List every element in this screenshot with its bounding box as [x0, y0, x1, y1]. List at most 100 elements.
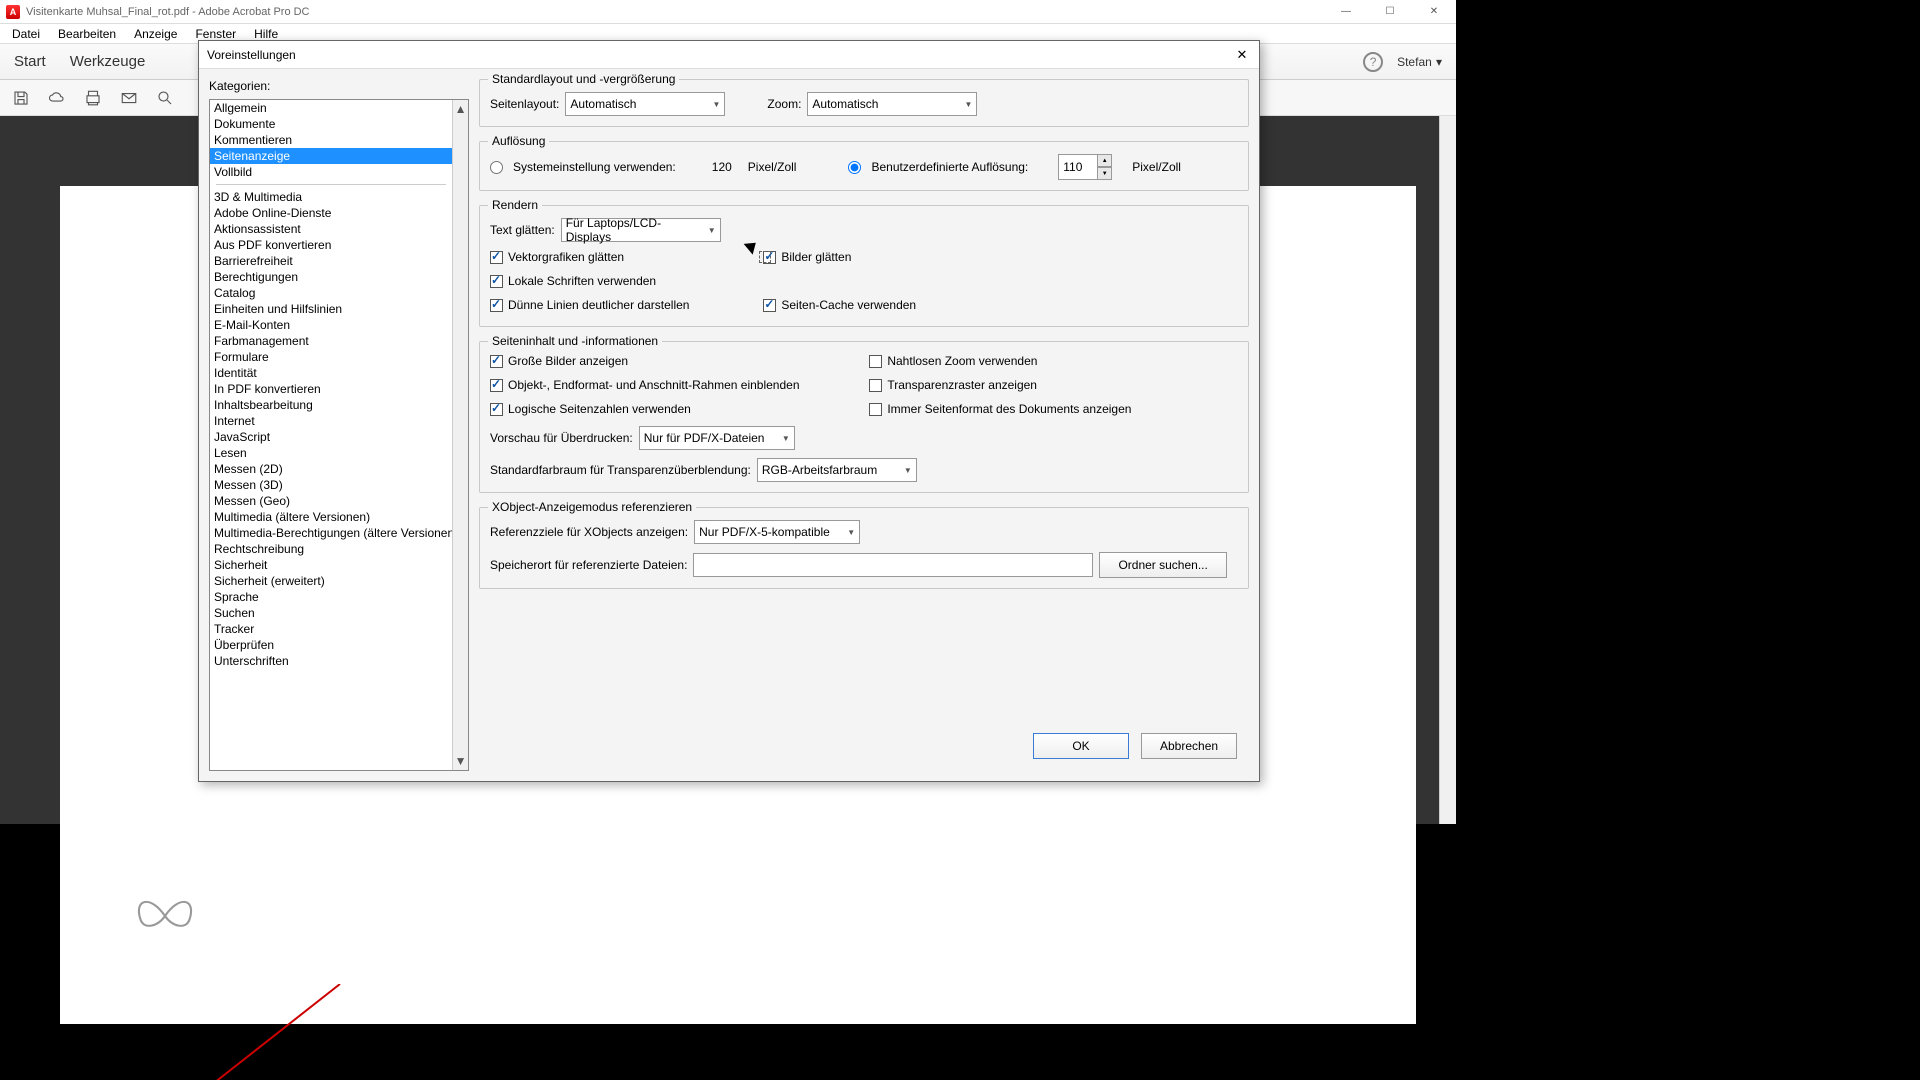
category-item[interactable]: 3D & Multimedia	[210, 189, 452, 205]
always-format-checkbox[interactable]	[869, 403, 882, 416]
preferences-dialog: Voreinstellungen ✕ Kategorien: Allgemein…	[198, 40, 1260, 782]
custom-resolution-spinner[interactable]: ▲▼	[1058, 154, 1112, 180]
category-item[interactable]: Rechtschreibung	[210, 541, 452, 557]
thin-lines-checkbox[interactable]	[490, 299, 503, 312]
category-item[interactable]: Inhaltsbearbeitung	[210, 397, 452, 413]
tab-tools[interactable]: Werkzeuge	[70, 53, 146, 70]
overprint-combo[interactable]: Nur für PDF/X-Dateien▼	[639, 426, 795, 450]
seamless-zoom-checkbox[interactable]	[869, 355, 882, 368]
category-item[interactable]: Aus PDF konvertieren	[210, 237, 452, 253]
search-icon[interactable]	[154, 87, 176, 109]
scroll-down-icon[interactable]: ▼	[1442, 810, 1454, 822]
category-item[interactable]: Catalog	[210, 285, 452, 301]
custom-resolution-radio[interactable]	[848, 161, 861, 174]
scroll-up-icon[interactable]: ▲	[453, 100, 469, 118]
close-button[interactable]: ✕	[1412, 1, 1456, 23]
smooth-vector-label: Vektorgrafiken glätten	[508, 250, 624, 264]
print-icon[interactable]	[82, 87, 104, 109]
category-item[interactable]: E-Mail-Konten	[210, 317, 452, 333]
categories-scrollbar[interactable]: ▲▼	[452, 100, 468, 770]
category-item[interactable]: Multimedia (ältere Versionen)	[210, 509, 452, 525]
chevron-down-icon: ▼	[964, 100, 972, 109]
category-item[interactable]: Vollbild	[210, 164, 452, 180]
category-item[interactable]: Einheiten und Hilfslinien	[210, 301, 452, 317]
category-item[interactable]: Sicherheit	[210, 557, 452, 573]
boxes-label: Objekt-, Endformat- und Anschnitt-Rahmen…	[508, 378, 800, 392]
maximize-button[interactable]: ☐	[1368, 1, 1412, 23]
category-item[interactable]: Seitenanzeige	[210, 148, 452, 164]
category-item[interactable]: Tracker	[210, 621, 452, 637]
text-smoothing-label: Text glätten:	[490, 223, 555, 237]
category-item[interactable]: Unterschriften	[210, 653, 452, 669]
categories-list[interactable]: AllgemeinDokumenteKommentierenSeitenanze…	[210, 100, 452, 770]
menu-view[interactable]: Anzeige	[126, 25, 185, 43]
category-item[interactable]: Suchen	[210, 605, 452, 621]
cancel-button[interactable]: Abbrechen	[1141, 733, 1237, 759]
butterfly-icon	[130, 886, 200, 946]
dialog-close-button[interactable]: ✕	[1233, 46, 1251, 64]
transparency-grid-checkbox[interactable]	[869, 379, 882, 392]
spin-down-icon[interactable]: ▼	[1098, 167, 1112, 180]
chevron-down-icon: ▼	[712, 100, 720, 109]
boxes-checkbox[interactable]	[490, 379, 503, 392]
system-resolution-radio[interactable]	[490, 161, 503, 174]
category-item[interactable]: Dokumente	[210, 116, 452, 132]
xobject-storage-input[interactable]	[693, 553, 1093, 577]
category-item[interactable]: Identität	[210, 365, 452, 381]
category-item[interactable]: Formulare	[210, 349, 452, 365]
blend-combo[interactable]: RGB-Arbeitsfarbraum▼	[757, 458, 917, 482]
category-item[interactable]: Lesen	[210, 445, 452, 461]
local-fonts-checkbox[interactable]	[490, 275, 503, 288]
smooth-images-label: Bilder glätten	[781, 250, 851, 264]
zoom-combo[interactable]: Automatisch▼	[807, 92, 977, 116]
category-item[interactable]: Messen (3D)	[210, 477, 452, 493]
browse-folder-button[interactable]: Ordner suchen...	[1099, 552, 1226, 578]
categories-label: Kategorien:	[209, 79, 469, 93]
category-item[interactable]: Barrierefreiheit	[210, 253, 452, 269]
category-item[interactable]: Berechtigungen	[210, 269, 452, 285]
category-item[interactable]: JavaScript	[210, 429, 452, 445]
blend-label: Standardfarbraum für Transparenzüberblen…	[490, 463, 751, 477]
category-item[interactable]: In PDF konvertieren	[210, 381, 452, 397]
user-menu[interactable]: Stefan ▾	[1397, 53, 1442, 70]
minimize-button[interactable]: —	[1324, 1, 1368, 23]
category-item[interactable]: Sicherheit (erweitert)	[210, 573, 452, 589]
category-item[interactable]: Aktionsassistent	[210, 221, 452, 237]
category-item[interactable]: Sprache	[210, 589, 452, 605]
tab-start[interactable]: Start	[14, 53, 46, 70]
custom-resolution-input[interactable]	[1058, 154, 1098, 180]
category-item[interactable]: Multimedia-Berechtigungen (ältere Versio…	[210, 525, 452, 541]
page-cache-checkbox[interactable]	[763, 299, 776, 312]
xobject-targets-combo[interactable]: Nur PDF/X-5-kompatible▼	[694, 520, 860, 544]
chevron-down-icon: ▾	[1436, 55, 1442, 69]
large-images-checkbox[interactable]	[490, 355, 503, 368]
smooth-images-checkbox[interactable]	[763, 251, 776, 264]
category-item[interactable]: Kommentieren	[210, 132, 452, 148]
category-item[interactable]: Messen (2D)	[210, 461, 452, 477]
category-item[interactable]: Allgemein	[210, 100, 452, 116]
zoom-label: Zoom:	[767, 97, 801, 111]
scroll-up-icon[interactable]: ▲	[1442, 118, 1454, 130]
text-smoothing-combo[interactable]: Für Laptops/LCD-Displays▼	[561, 218, 721, 242]
smooth-vector-checkbox[interactable]	[490, 251, 503, 264]
save-icon[interactable]	[10, 87, 32, 109]
pagelayout-label: Seitenlayout:	[490, 97, 559, 111]
pagelayout-combo[interactable]: Automatisch▼	[565, 92, 725, 116]
logical-pages-checkbox[interactable]	[490, 403, 503, 416]
cloud-icon[interactable]	[46, 87, 68, 109]
menu-file[interactable]: Datei	[4, 25, 48, 43]
category-item[interactable]: Internet	[210, 413, 452, 429]
category-separator	[216, 184, 446, 185]
menu-edit[interactable]: Bearbeiten	[50, 25, 124, 43]
category-item[interactable]: Messen (Geo)	[210, 493, 452, 509]
resolution-legend: Auflösung	[488, 134, 549, 148]
settings-panel: Standardlayout und -vergrößerung Seitenl…	[479, 79, 1249, 771]
scroll-down-icon[interactable]: ▼	[453, 752, 469, 770]
category-item[interactable]: Überprüfen	[210, 637, 452, 653]
help-icon[interactable]: ?	[1363, 52, 1383, 72]
mail-icon[interactable]	[118, 87, 140, 109]
spin-up-icon[interactable]: ▲	[1098, 154, 1112, 167]
category-item[interactable]: Farbmanagement	[210, 333, 452, 349]
ok-button[interactable]: OK	[1033, 733, 1129, 759]
category-item[interactable]: Adobe Online-Dienste	[210, 205, 452, 221]
